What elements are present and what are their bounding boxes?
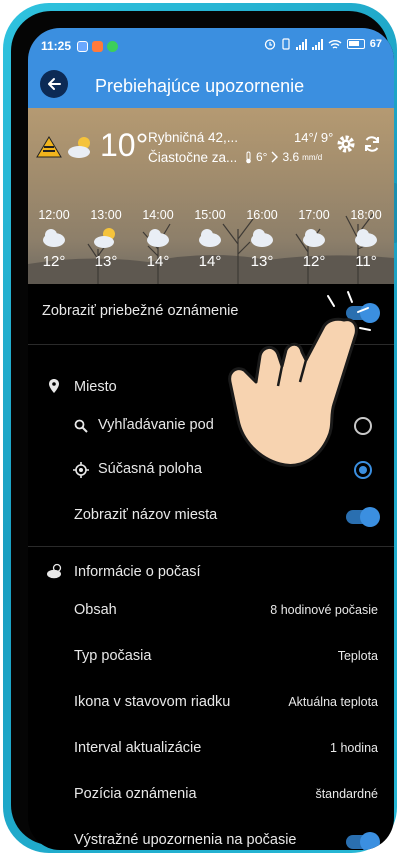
hour-temp: 12° [302, 253, 326, 270]
back-button[interactable] [40, 70, 68, 98]
cloud-icon [251, 229, 273, 247]
weather-details: 6° 3.6 mm/d [244, 150, 322, 164]
setting-label: Zobraziť priebežné oznámenie [42, 303, 239, 319]
vibrate-icon [282, 38, 290, 50]
thermometer-icon [246, 151, 251, 163]
gear-icon[interactable] [336, 134, 356, 154]
hour-time: 17:00 [298, 208, 330, 222]
hour-temp: 13° [94, 253, 118, 270]
setting-row-weather-type[interactable]: Typ počasia Teplota [28, 637, 394, 677]
setting-row-statusbar-icon[interactable]: Ikona v stavovom riadku Aktuálna teplota [28, 683, 394, 723]
weather-notification-preview: 10° Rybničná 42,... Čiastočne za... 14°/… [28, 108, 394, 284]
wind-icon [271, 151, 279, 163]
gps-target-icon [73, 462, 89, 478]
hour-time: 18:00 [350, 208, 382, 222]
status-bar: 11:25 67 [28, 28, 394, 64]
hour-forecast-item: 17:00 12° [288, 208, 340, 270]
cloud-icon [303, 229, 325, 247]
hour-temp: 13° [250, 253, 274, 270]
setting-label: Pozícia oznámenia [74, 786, 197, 802]
setting-row-content[interactable]: Obsah 8 hodinové počasie [28, 591, 394, 631]
hour-time: 16:00 [246, 208, 278, 222]
page-title: Prebiehajúce upozornenie [95, 76, 305, 96]
setting-label: Vyhľadávanie pod [98, 417, 214, 433]
setting-value: 1 hodina [330, 741, 378, 755]
hour-temp: 14° [146, 253, 170, 270]
app-bar: Prebiehajúce upozornenie [28, 64, 394, 108]
cloud-icon [147, 229, 169, 247]
location-name: Rybničná 42,... [148, 130, 239, 145]
hour-forecast-item: 14:00 14° [132, 208, 184, 270]
signal-icon [295, 38, 307, 50]
location-section-title: Miesto [74, 379, 117, 395]
hourly-forecast: 12:00 12° 13:00 13° 14:00 14° 15:00 14° … [28, 208, 394, 278]
search-icon [74, 419, 88, 433]
hour-forecast-item: 16:00 13° [236, 208, 288, 270]
hour-temp: 11° [355, 253, 377, 270]
cloud-icon [43, 229, 65, 247]
show-location-name-row[interactable]: Zobraziť názov miesta [28, 496, 394, 536]
divider [28, 546, 394, 547]
current-temperature: 10° [100, 127, 149, 163]
screen: 11:25 67 Prebiehajúce upozornenie 10° Ry… [28, 28, 394, 850]
setting-row-notification-position[interactable]: Pozícia oznámenia štandardné [28, 775, 394, 815]
wind-value: 3.6 [282, 150, 300, 164]
cloud-icon [355, 229, 377, 247]
setting-label: Typ počasia [74, 648, 152, 664]
hour-time: 12:00 [38, 208, 70, 222]
hour-forecast-item: 13:00 13° [80, 208, 132, 270]
setting-value: Teplota [337, 649, 378, 663]
arrow-left-icon [48, 78, 61, 90]
hour-forecast-item: 18:00 11° [340, 208, 392, 270]
phone-frame: 11:25 67 Prebiehajúce upozornenie 10° Ry… [3, 3, 397, 853]
battery-level: 67 [369, 38, 382, 50]
app-notification-icon [77, 40, 89, 52]
weather-alerts-row[interactable]: Výstražné upozornenia na počasie [28, 821, 394, 850]
alarm-icon [264, 39, 275, 50]
hour-forecast-item: 15:00 14° [184, 208, 236, 270]
weather-alerts-toggle[interactable] [346, 832, 380, 850]
setting-label: Zobraziť názov miesta [74, 507, 218, 523]
partly-sunny-icon [94, 228, 115, 248]
hour-time: 13:00 [90, 208, 122, 222]
setting-label: Ikona v stavovom riadku [74, 694, 231, 710]
wifi-icon [328, 39, 342, 49]
partly-cloudy-icon [47, 563, 62, 579]
phone-bezel: 11:25 67 Prebiehajúce upozornenie 10° Ry… [11, 11, 394, 850]
setting-label: Súčasná poloha [98, 461, 202, 477]
setting-label: Interval aktualizácie [74, 740, 202, 756]
refresh-icon[interactable] [362, 134, 382, 154]
hour-temp: 14° [198, 253, 222, 270]
weather-warning-icon [36, 136, 62, 158]
hour-time: 14:00 [142, 208, 174, 222]
tap-hand-icon [228, 291, 371, 467]
hour-time: 15:00 [194, 208, 226, 222]
location-pin-icon [49, 379, 59, 393]
hour-forecast-item: 12:00 12° [28, 208, 80, 270]
feels-like-temp: 6° [256, 150, 268, 164]
setting-value: Aktuálna teplota [288, 695, 378, 709]
status-time: 11:25 [41, 39, 72, 53]
setting-label: Obsah [74, 602, 117, 618]
cloud-icon [199, 229, 221, 247]
partly-sunny-icon [68, 137, 90, 158]
wind-unit: mm/d [302, 152, 323, 162]
setting-label: Výstražné upozornenia na počasie [74, 832, 297, 848]
setting-row-update-interval[interactable]: Interval aktualizácie 1 hodina [28, 729, 394, 769]
weather-condition: Čiastočne za... [148, 150, 238, 165]
hour-temp: 12° [42, 253, 66, 270]
whatsapp-icon [107, 40, 119, 52]
setting-value: 8 hodinové počasie [270, 603, 378, 617]
battery-icon [346, 39, 365, 49]
setting-value: štandardné [315, 787, 378, 801]
weather-section-title: Informácie o počasí [74, 564, 201, 580]
show-location-name-toggle[interactable] [346, 507, 380, 527]
signal-icon-2 [311, 38, 323, 50]
high-low-temperature: 14°/ 9° [294, 130, 334, 145]
app-notification-icon-2 [92, 40, 104, 52]
